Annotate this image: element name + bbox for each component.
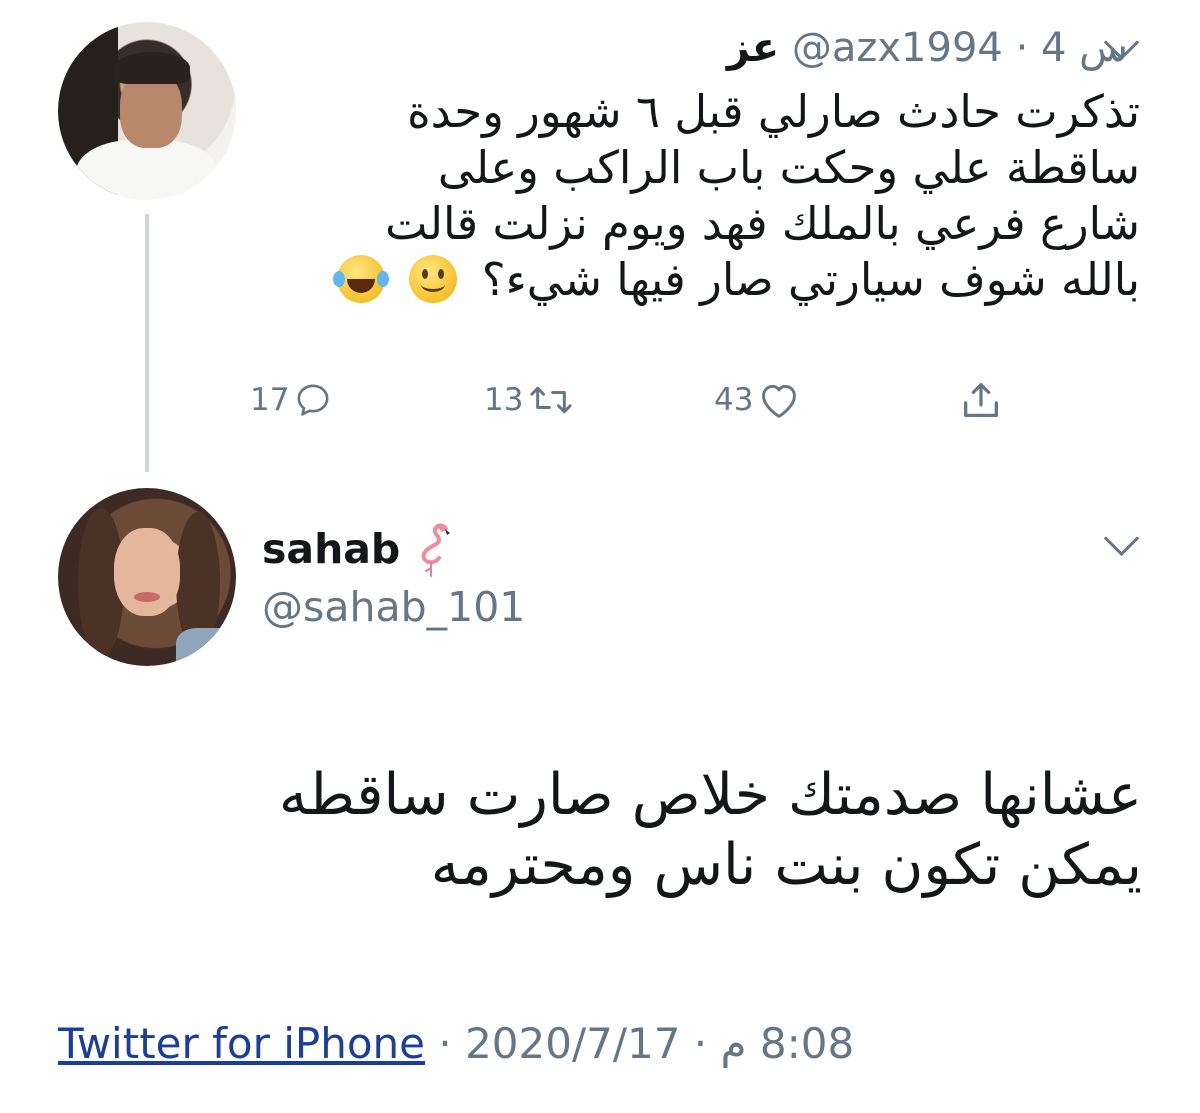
tweet-text-line: يمكن تكون بنت ناس ومحترمه <box>430 832 1142 898</box>
tweet-text-line: ساقطة علي وحكت باب الراكب وعلى <box>437 141 1140 194</box>
avatar-lips <box>134 592 160 602</box>
tweet-time: 8:08 م <box>720 1019 855 1068</box>
tweet-actions: 17 13 43 <box>0 372 1200 428</box>
tweet-text-line-last: بالله شوف سيارتي صار فيها شيء؟ <box>260 252 1140 308</box>
tweet-text-line: بالله شوف سيارتي صار فيها شيء؟ <box>481 253 1140 306</box>
author-handle[interactable]: @azx1994 <box>792 25 1003 71</box>
avatar-shirt <box>76 140 218 200</box>
heart-icon <box>762 384 797 418</box>
share-button[interactable] <box>958 378 1004 424</box>
footer-separator: · <box>693 1019 708 1068</box>
avatar-jacket <box>176 628 236 666</box>
tweet-text-line: تذكرت حادث صارلي قبل ٦ شهور وحدة <box>407 85 1140 138</box>
like-button[interactable]: 43 <box>714 380 801 420</box>
tweet-date: 2020/7/17 <box>465 1019 681 1068</box>
tweet-header: عز @azx1994 · 4 س <box>727 24 1128 72</box>
reply-button[interactable]: 17 <box>250 380 333 420</box>
tweet-text-line: شارع فرعي بالملك فهد ويوم نزلت قالت <box>385 197 1140 250</box>
slightly-smiling-face-icon <box>409 255 458 303</box>
thread-line <box>145 214 149 472</box>
tweet-text: عشانها صدمتك خلاص صارت ساقطه يمكن تكون ب… <box>142 760 1142 900</box>
parent-tweet[interactable]: عز @azx1994 · 4 س تذكرت حادث صارلي قبل ٦… <box>0 0 1200 472</box>
tweet-footer: Twitter for iPhone · 2020/7/17 · 8:08 م <box>58 1018 854 1070</box>
footer-separator: · <box>438 1019 452 1068</box>
author-name[interactable]: sahab <box>262 524 400 574</box>
avatar[interactable] <box>58 22 236 200</box>
like-count: 43 <box>714 382 754 418</box>
flamingo-icon <box>421 523 451 577</box>
author-name-row[interactable]: sahab <box>262 520 452 578</box>
share-icon <box>964 383 998 418</box>
retweet-button[interactable]: 13 <box>484 380 575 420</box>
retweet-count: 13 <box>484 382 524 418</box>
header-separator: · <box>1015 25 1029 71</box>
face-with-tears-of-joy-icon <box>333 255 386 303</box>
avatar-hair <box>114 52 190 84</box>
source-link[interactable]: Twitter for iPhone <box>58 1019 425 1068</box>
tweet-text: تذكرت حادث صارلي قبل ٦ شهور وحدة ساقطة ع… <box>260 84 1140 308</box>
tweet-text-line: عشانها صدمتك خلاص صارت ساقطه <box>278 762 1142 828</box>
reply-icon <box>297 384 329 416</box>
author-handle[interactable]: @sahab_101 <box>262 582 525 632</box>
reply-count: 17 <box>250 382 290 418</box>
retweet-icon <box>530 386 573 414</box>
author-name[interactable]: عز <box>727 25 779 71</box>
avatar-face <box>114 528 180 616</box>
avatar[interactable] <box>58 488 236 666</box>
